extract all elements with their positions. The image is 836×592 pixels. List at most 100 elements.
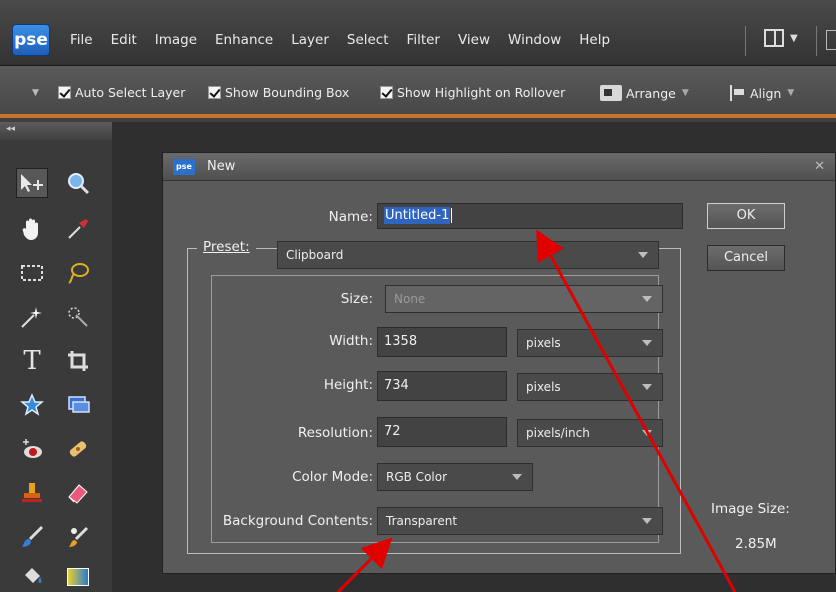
red-eye-tool-icon[interactable] xyxy=(16,434,48,464)
color-mode-label: Color Mode: xyxy=(292,469,373,485)
brush-tool-icon[interactable] xyxy=(16,522,48,552)
show-bounding-box-label: Show Bounding Box xyxy=(225,85,350,100)
chevron-down-icon xyxy=(642,518,652,524)
height-unit-value: pixels xyxy=(526,380,561,394)
menu-help[interactable]: Help xyxy=(579,32,610,48)
size-select-value: None xyxy=(394,292,426,306)
auto-select-layer-label: Auto Select Layer xyxy=(75,85,186,100)
crop-tool-icon[interactable] xyxy=(62,346,94,376)
pse-logo: pse xyxy=(12,24,50,56)
resolution-unit-select[interactable]: pixels/inch xyxy=(517,419,663,447)
menu-file[interactable]: File xyxy=(70,32,93,48)
marquee-tool-icon[interactable] xyxy=(16,258,48,288)
preset-select-value: Clipboard xyxy=(286,248,344,262)
preset-select[interactable]: Clipboard xyxy=(277,241,659,269)
resolution-input[interactable]: 72 xyxy=(377,417,507,447)
arrange-button[interactable]: Arrange ▼ xyxy=(600,85,689,101)
lasso-tool-icon[interactable] xyxy=(62,258,94,288)
background-contents-value: Transparent xyxy=(386,514,458,528)
zoom-tool-icon[interactable] xyxy=(62,168,94,198)
width-input[interactable]: 1358 xyxy=(377,327,507,357)
smart-brush-tool-icon[interactable] xyxy=(62,522,94,552)
width-unit-select[interactable]: pixels xyxy=(517,329,663,357)
panel-icon[interactable] xyxy=(826,30,836,50)
color-mode-value: RGB Color xyxy=(386,470,448,484)
background-contents-select[interactable]: Transparent xyxy=(377,507,663,535)
paint-bucket-tool-icon[interactable] xyxy=(16,562,48,592)
toolbox-collapse-icon[interactable]: ◂◂ xyxy=(0,122,112,140)
dialog-title: New xyxy=(207,159,236,174)
eyedropper-tool-icon[interactable] xyxy=(62,214,94,244)
arrange-icon xyxy=(600,85,622,101)
resolution-label: Resolution: xyxy=(297,425,373,441)
width-label: Width: xyxy=(329,333,373,349)
ok-button[interactable]: OK xyxy=(707,203,785,229)
preset-label: Preset: xyxy=(197,239,256,255)
name-input[interactable]: Untitled-1 xyxy=(377,203,683,229)
options-menu-arrow-icon[interactable]: ▼ xyxy=(32,88,39,98)
align-label: Align xyxy=(750,85,782,101)
image-size-value: 2.85M xyxy=(735,536,777,552)
menu-select[interactable]: Select xyxy=(347,32,389,48)
size-select: None xyxy=(385,285,663,313)
menu-window[interactable]: Window xyxy=(508,32,561,48)
auto-select-layer-option[interactable]: Auto Select Layer xyxy=(58,85,185,100)
chevron-down-icon: ▼ xyxy=(787,88,795,98)
height-unit-select[interactable]: pixels xyxy=(517,373,663,401)
chevron-down-icon[interactable]: ▼ xyxy=(790,33,798,44)
chevron-down-icon xyxy=(642,340,652,346)
menu-enhance[interactable]: Enhance xyxy=(215,32,273,48)
align-icon xyxy=(730,85,746,101)
cookie-cutter-tool-icon[interactable] xyxy=(16,390,48,420)
menu-view[interactable]: View xyxy=(458,32,490,48)
width-unit-value: pixels xyxy=(526,336,561,350)
menu-layer[interactable]: Layer xyxy=(291,32,329,48)
close-icon[interactable]: ✕ xyxy=(814,159,825,174)
size-label: Size: xyxy=(340,291,373,307)
preset-inner-box xyxy=(211,275,659,543)
menu-separator xyxy=(745,26,746,56)
chevron-down-icon xyxy=(642,296,652,302)
resolution-unit-value: pixels/inch xyxy=(526,426,590,440)
name-input-value: Untitled-1 xyxy=(384,207,451,224)
menu-image[interactable]: Image xyxy=(155,32,197,48)
main-menu: File Edit Image Enhance Layer Select Fil… xyxy=(70,32,628,48)
eraser-tool-icon[interactable] xyxy=(62,478,94,508)
type-tool-icon[interactable]: T xyxy=(16,346,48,376)
new-document-dialog: pse New ✕ Name: Untitled-1 Preset: Clipb… xyxy=(162,152,836,574)
menu-filter[interactable]: Filter xyxy=(407,32,440,48)
show-bounding-box-option[interactable]: Show Bounding Box xyxy=(208,85,349,100)
quick-selection-tool-icon[interactable] xyxy=(62,302,94,332)
spot-healing-tool-icon[interactable] xyxy=(62,434,94,464)
image-size-label: Image Size: xyxy=(711,501,790,517)
straighten-tool-icon[interactable] xyxy=(62,390,94,420)
show-highlight-label: Show Highlight on Rollover xyxy=(397,85,566,100)
auto-select-layer-checkbox[interactable] xyxy=(58,86,71,99)
color-mode-select[interactable]: RGB Color xyxy=(377,463,533,491)
menu-bar: pse File Edit Image Enhance Layer Select… xyxy=(0,0,836,66)
height-label: Height: xyxy=(323,377,373,393)
cancel-button[interactable]: Cancel xyxy=(707,245,785,271)
chevron-down-icon xyxy=(638,252,648,258)
clone-stamp-tool-icon[interactable] xyxy=(16,478,48,508)
chevron-down-icon xyxy=(642,384,652,390)
show-bounding-box-checkbox[interactable] xyxy=(208,86,221,99)
arrange-label: Arrange xyxy=(626,85,676,101)
magic-wand-tool-icon[interactable] xyxy=(16,302,48,332)
menu-edit[interactable]: Edit xyxy=(111,32,137,48)
toolbox: ◂◂ T xyxy=(0,122,112,592)
height-input[interactable]: 734 xyxy=(377,371,507,401)
dialog-title-bar: pse New ✕ xyxy=(163,153,835,181)
chevron-down-icon xyxy=(642,430,652,436)
gradient-tool-icon[interactable] xyxy=(62,562,94,592)
workspace-layout-icon[interactable] xyxy=(764,29,784,47)
chevron-down-icon: ▼ xyxy=(681,88,689,98)
options-bar: ▼ Auto Select Layer Show Bounding Box Sh… xyxy=(0,66,836,118)
text-cursor xyxy=(451,208,453,223)
move-tool-icon[interactable] xyxy=(16,168,48,198)
align-button[interactable]: Align ▼ xyxy=(730,85,794,101)
hand-tool-icon[interactable] xyxy=(16,214,48,244)
show-highlight-option[interactable]: Show Highlight on Rollover xyxy=(380,85,565,100)
show-highlight-checkbox[interactable] xyxy=(380,86,393,99)
pse-dialog-logo: pse xyxy=(173,158,195,175)
